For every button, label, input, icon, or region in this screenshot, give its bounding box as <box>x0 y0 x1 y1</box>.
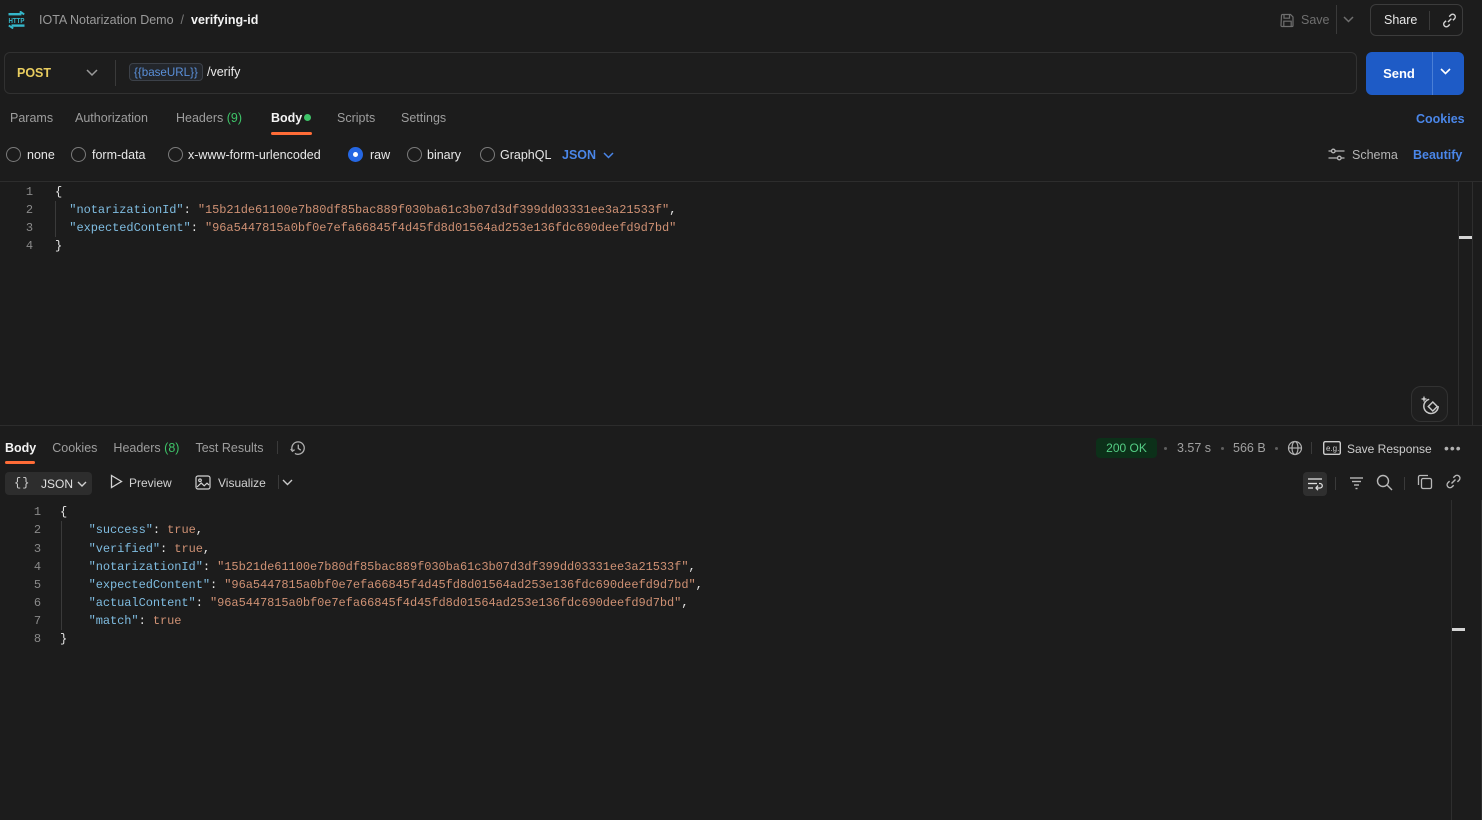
svg-text:HTTP: HTTP <box>9 16 25 25</box>
svg-text:e.g.: e.g. <box>1326 444 1339 453</box>
